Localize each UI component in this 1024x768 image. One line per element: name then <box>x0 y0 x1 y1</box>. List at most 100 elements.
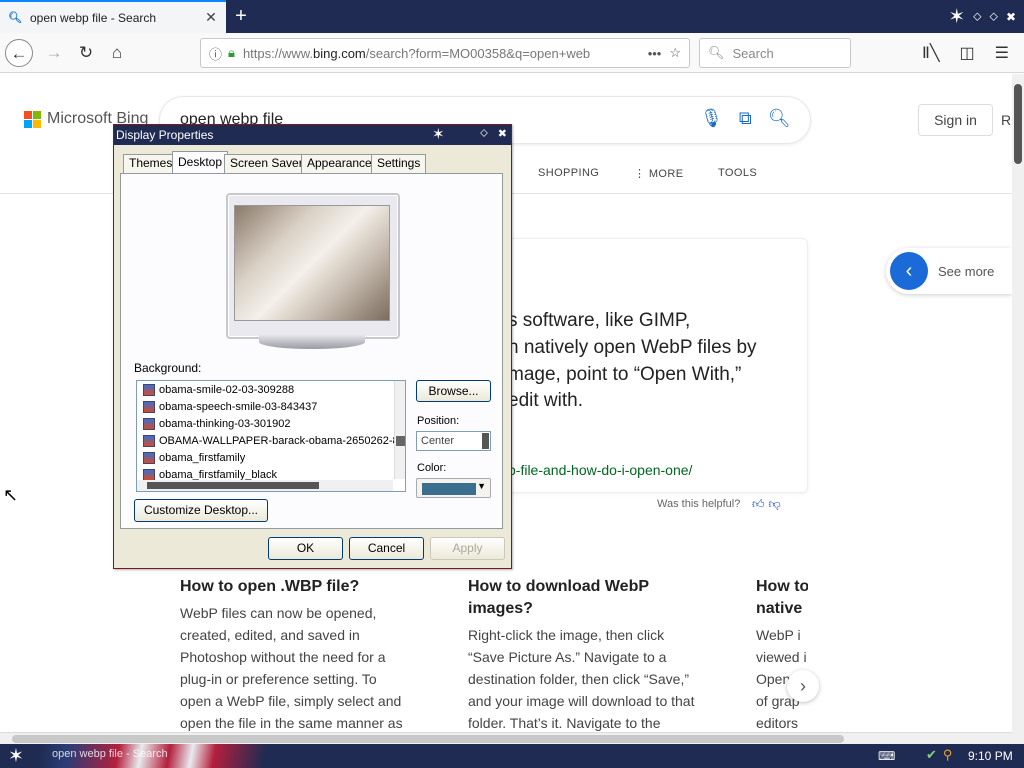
info-icon[interactable]: ⓘ <box>209 44 222 63</box>
cancel-button[interactable]: Cancel <box>349 537 424 560</box>
microsoft-logo-icon <box>24 110 41 128</box>
thumbs-up-icon[interactable]: 👍︎ <box>752 497 769 511</box>
paa-body: WebP files can now be opened, created, ed… <box>180 605 403 731</box>
network-icon[interactable]: ✔ <box>926 747 937 763</box>
tab-themes[interactable]: Themes <box>123 154 179 173</box>
sign-in-button[interactable]: Sign in <box>918 104 993 136</box>
home-button[interactable]: ⌂ <box>103 39 131 67</box>
window-controls: ✶ ⬦ ⬦ ✖ <box>948 4 1016 29</box>
star-icon: ✶ <box>432 126 445 143</box>
library-icon[interactable]: Ⅱ╲ <box>922 43 940 63</box>
browser-tab[interactable]: 🔍︎ open webp file - Search ✕ <box>0 0 226 33</box>
browser-search-box[interactable]: 🔍︎ Search <box>699 38 851 68</box>
color-swatch <box>422 483 476 495</box>
list-horizontal-scrollbar[interactable] <box>137 480 393 491</box>
keyboard-icon[interactable]: ⌨ <box>878 749 895 763</box>
sidebar-icon[interactable]: ◫ <box>960 43 975 63</box>
search-icon: 🔍︎ <box>8 12 22 24</box>
lock-icon[interactable]: 🔒︎ <box>228 45 235 61</box>
star-icon: ✶ <box>948 6 966 28</box>
color-picker-button[interactable]: ▼ <box>416 478 491 498</box>
thumbs-down-icon[interactable]: 👎︎ <box>769 497 785 511</box>
tab-screen-saver[interactable]: Screen Saver <box>224 154 309 173</box>
answer-source-link[interactable]: p-file-and-how-do-i-open-one/ <box>508 462 692 478</box>
mouse-cursor-icon: ↖ <box>3 485 19 505</box>
dialog-window-controls: ⬦ ✖ <box>480 127 507 140</box>
clock[interactable]: 9:10 PM <box>968 749 1013 763</box>
close-icon[interactable]: ✖ <box>1006 10 1016 24</box>
answer-line: s software, like GIMP, <box>508 310 691 331</box>
search-icon[interactable]: 🔍︎ <box>768 108 791 129</box>
tab-strip: 🔍︎ open webp file - Search ✕ + ✶ ⬦ ⬦ ✖ <box>0 0 1024 33</box>
back-button[interactable]: ← <box>5 39 33 67</box>
list-item[interactable]: obama-speech-smile-03-843437 <box>137 398 405 415</box>
close-icon[interactable]: ✖ <box>498 127 507 140</box>
list-item[interactable]: obama-thinking-03-301902 <box>137 415 405 432</box>
vertical-scrollbar[interactable] <box>1012 74 1024 744</box>
url-text[interactable]: https://www.bing.com/search?form=MO00358… <box>243 46 640 61</box>
answer-line: edit with. <box>508 390 583 411</box>
image-file-icon <box>143 383 155 396</box>
tab-settings[interactable]: Settings <box>371 154 427 173</box>
taskbar-item[interactable]: open webp file - Search <box>52 748 168 760</box>
visual-search-icon[interactable]: ⧉ <box>739 108 752 129</box>
feedback-buttons: 👍︎👎︎ <box>752 497 785 512</box>
url-bar[interactable]: ⓘ 🔒︎ https://www.bing.com/search?form=MO… <box>200 38 690 68</box>
start-star-icon[interactable]: ✶ <box>8 745 24 768</box>
nav-more[interactable]: ⋮ MORE <box>634 167 683 180</box>
background-list[interactable]: obama-smile-02-03-309288 obama-speech-sm… <box>136 380 406 492</box>
tray-icons: ✔ ⚲ <box>926 747 952 763</box>
image-file-icon <box>143 468 155 481</box>
list-vertical-scrollbar[interactable] <box>394 381 405 479</box>
paa-body: Right-click the image, then click “Save P… <box>468 627 695 731</box>
background-label: Background: <box>134 361 202 375</box>
dialog-titlebar[interactable]: Display Properties <box>114 125 511 145</box>
new-tab-button[interactable]: + <box>230 4 252 28</box>
pin-icon[interactable]: ⬦ <box>480 127 488 140</box>
list-item[interactable]: OBAMA-WALLPAPER-barack-obama-2650262-8 <box>137 432 405 449</box>
ok-button[interactable]: OK <box>268 537 343 560</box>
search-tray-icon[interactable]: ⚲ <box>943 747 953 763</box>
chevron-right-icon[interactable]: › <box>787 670 819 702</box>
search-icon: 🔍︎ <box>708 45 725 60</box>
image-file-icon <box>143 417 155 430</box>
reload-button[interactable]: ↻ <box>72 39 100 67</box>
pin-icon[interactable]: ⬦ <box>990 9 998 24</box>
toolbar-right: Ⅱ╲ ◫ ☰ <box>922 43 1009 63</box>
apply-button[interactable]: Apply <box>430 537 505 560</box>
monitor-stand <box>259 335 365 349</box>
list-item[interactable]: obama-smile-02-03-309288 <box>137 381 405 398</box>
taskbar: ✶ open webp file - Search ⌨ ✔ ⚲ 9:10 PM <box>0 744 1024 768</box>
tab-desktop[interactable]: Desktop <box>172 151 229 174</box>
dialog-title: Display Properties <box>116 128 214 142</box>
position-select[interactable]: Center <box>416 431 491 451</box>
paa-title[interactable]: How to download WebP images? <box>468 576 649 620</box>
wallpaper-preview-image <box>234 205 390 321</box>
image-file-icon <box>143 400 155 413</box>
bookmark-star-icon[interactable]: ☆ <box>669 45 681 61</box>
nav-tools[interactable]: TOOLS <box>718 167 757 179</box>
more-dots-icon: ⋮ <box>634 168 649 180</box>
horizontal-scrollbar[interactable] <box>0 732 1012 744</box>
display-properties-dialog: Display Properties ✶ ⬦ ✖ Themes Desktop … <box>113 124 512 569</box>
see-more-button[interactable]: ‹ See more <box>886 248 1012 294</box>
list-item[interactable]: obama_firstfamily <box>137 449 405 466</box>
paa-title[interactable]: How to native <box>756 576 808 620</box>
tab-title: open webp file - Search <box>30 10 157 25</box>
forward-button[interactable]: → <box>40 39 68 67</box>
dropdown-icon <box>482 433 489 449</box>
browse-button[interactable]: Browse... <box>416 380 491 402</box>
microphone-icon[interactable]: 🎙︎ <box>700 108 723 129</box>
chevron-down-icon: ▼ <box>477 481 486 491</box>
pin-icon[interactable]: ⬦ <box>973 9 981 24</box>
customize-desktop-button[interactable]: Customize Desktop... <box>134 499 268 522</box>
tab-close-icon[interactable]: ✕ <box>204 9 218 26</box>
tab-appearance[interactable]: Appearance <box>301 154 378 173</box>
position-label: Position: <box>417 415 460 427</box>
menu-icon[interactable]: ☰ <box>995 43 1009 63</box>
paa-title[interactable]: How to open .WBP file? <box>180 576 359 598</box>
image-file-icon <box>143 434 155 447</box>
more-actions-icon[interactable]: ••• <box>648 46 662 61</box>
nav-shopping[interactable]: SHOPPING <box>538 167 599 179</box>
rewards-link[interactable]: R <box>1001 112 1011 128</box>
